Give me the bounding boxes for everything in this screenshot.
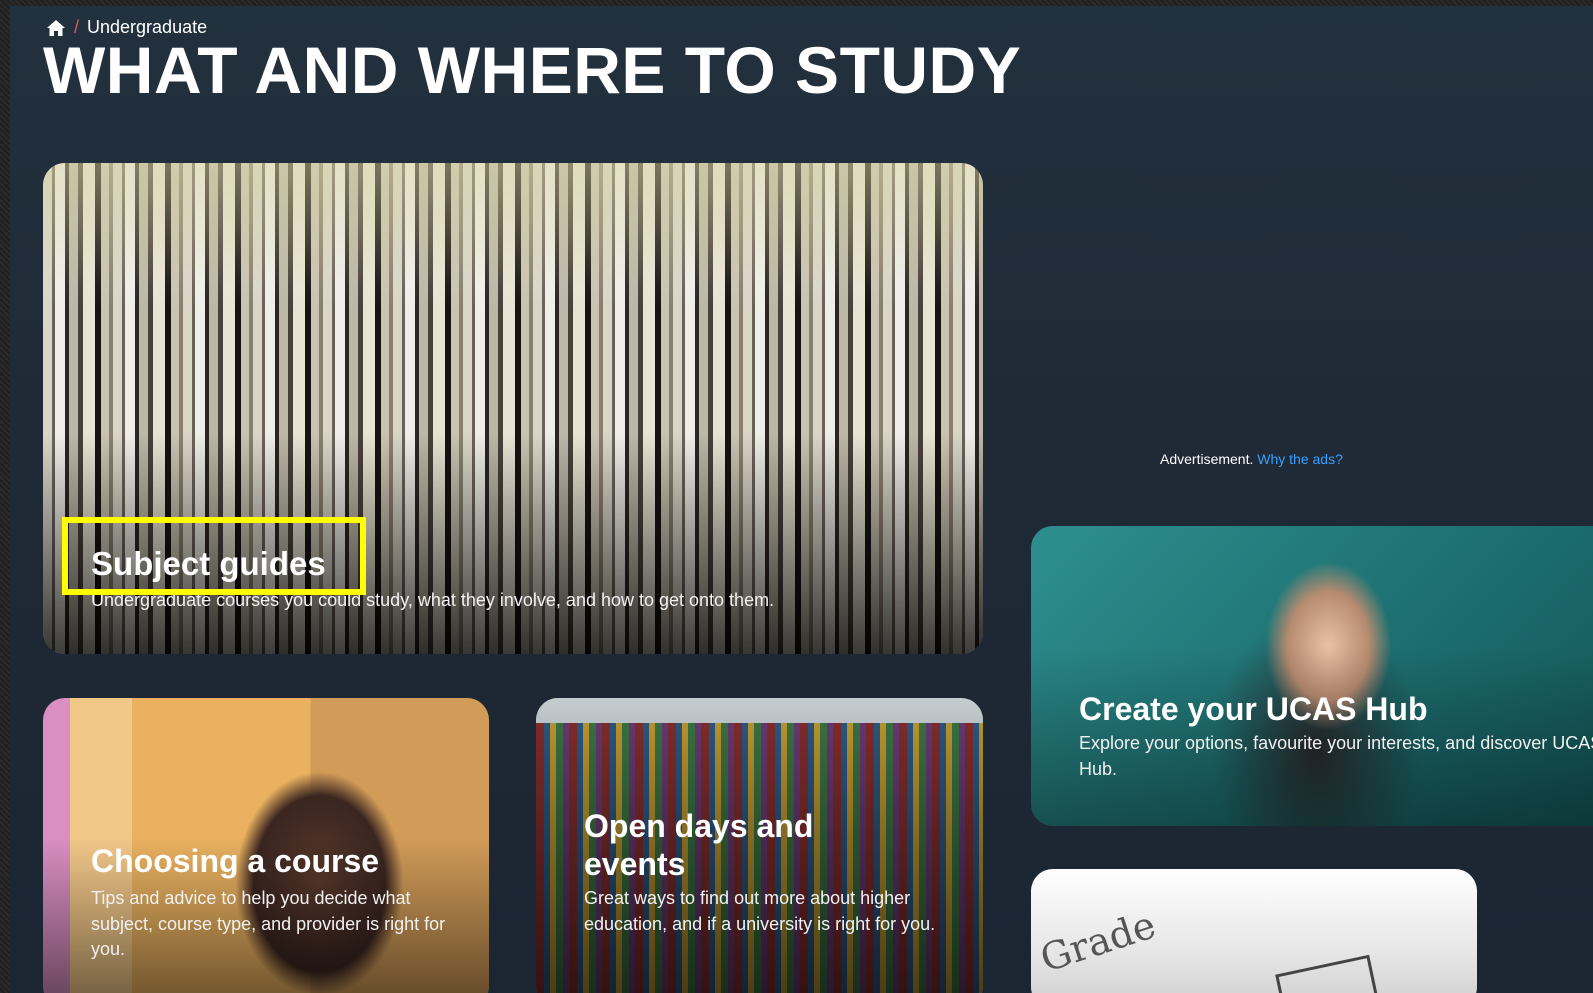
choosing-a-course-card[interactable]: Choosing a course Tips and advice to hel…	[43, 698, 489, 993]
choosing-a-course-description: Tips and advice to help you decide what …	[91, 888, 446, 960]
open-days-description: Great ways to find out more about higher…	[584, 888, 936, 934]
subject-guides-description: Undergraduate courses you could study, w…	[91, 590, 775, 610]
screen-frame: / Undergraduate WHAT AND WHERE TO STUDY …	[0, 0, 1593, 993]
page: / Undergraduate WHAT AND WHERE TO STUDY …	[10, 6, 1593, 993]
ucas-hub-title[interactable]: Create your UCAS Hub	[1079, 690, 1428, 728]
advertisement-label: Advertisement.	[1160, 451, 1254, 467]
choosing-a-course-title[interactable]: Choosing a course	[91, 842, 379, 880]
why-the-ads-link[interactable]: Why the ads?	[1257, 451, 1343, 467]
subject-guides-title[interactable]: Subject guides	[91, 544, 326, 584]
open-days-title[interactable]: Open days and events	[584, 807, 884, 884]
ucas-hub-card[interactable]: Create your UCAS Hub Explore your option…	[1031, 526, 1593, 826]
advertisement-note: Advertisement. Why the ads?	[1160, 451, 1343, 467]
ucas-hub-description: Explore your options, favourite your int…	[1079, 733, 1593, 779]
subject-guides-card[interactable]: Subject guides Undergraduate courses you…	[43, 163, 983, 654]
page-title: WHAT AND WHERE TO STUDY	[43, 33, 1022, 107]
grade-card[interactable]: Grade	[1031, 869, 1477, 993]
open-days-card[interactable]: Open days and events Great ways to find …	[536, 698, 983, 993]
